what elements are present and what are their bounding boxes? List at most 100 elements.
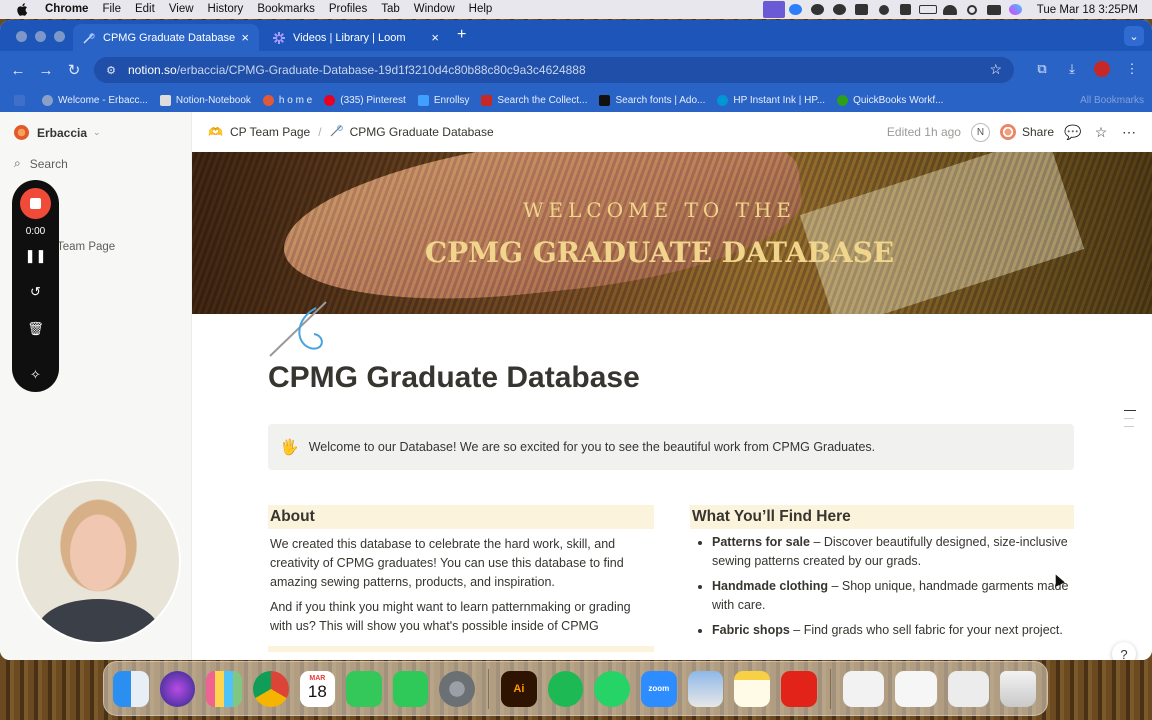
- finder-icon[interactable]: [113, 670, 149, 707]
- spotify-icon[interactable]: [547, 670, 584, 707]
- maximize-window-button[interactable]: [54, 31, 65, 42]
- menu-window[interactable]: Window: [407, 0, 462, 19]
- facetime-icon[interactable]: [392, 670, 429, 707]
- forward-arrow-icon[interactable]: →: [34, 58, 58, 82]
- recent-window-thumbnail[interactable]: [947, 670, 990, 707]
- bookmark-item[interactable]: Enrollsy: [417, 95, 469, 106]
- siri-icon[interactable]: [159, 670, 196, 707]
- tab-notion[interactable]: CPMG Graduate Database ×: [73, 24, 259, 51]
- menu-help[interactable]: Help: [462, 0, 500, 19]
- address-bar[interactable]: ⚙ notion.so/erbaccia/CPMG-Graduate-Datab…: [94, 57, 1014, 83]
- notes-icon[interactable]: [734, 670, 770, 707]
- about-heading[interactable]: About: [268, 505, 654, 529]
- close-window-button[interactable]: [16, 31, 27, 42]
- page-title[interactable]: CPMG Graduate Database: [268, 352, 1074, 404]
- menu-edit[interactable]: Edit: [128, 0, 162, 19]
- minimize-window-button[interactable]: [35, 31, 46, 42]
- all-bookmarks-button[interactable]: All Bookmarks: [1080, 95, 1144, 106]
- apple-icon[interactable]: [14, 0, 30, 19]
- sidebar-search[interactable]: ⌕ Search: [14, 156, 68, 171]
- control-center-icon[interactable]: [983, 0, 1005, 19]
- stop-recording-button[interactable]: [20, 188, 51, 219]
- menu-profiles[interactable]: Profiles: [322, 0, 374, 19]
- messages-icon[interactable]: [346, 670, 382, 707]
- needle-page-icon[interactable]: [266, 298, 332, 358]
- chrome-menu-icon[interactable]: ⋮: [1120, 57, 1144, 81]
- profile-avatar[interactable]: [1090, 57, 1114, 81]
- about-paragraph[interactable]: And if you think you might want to learn…: [268, 598, 654, 636]
- menubar-clock[interactable]: Tue Mar 18 3:25PM: [1027, 4, 1152, 16]
- avatar[interactable]: N: [970, 122, 990, 142]
- delete-trash-icon[interactable]: 🗑: [12, 321, 59, 337]
- chrome-icon[interactable]: [252, 670, 289, 707]
- illustrator-icon[interactable]: Ai: [501, 670, 537, 707]
- bookmark-item[interactable]: HP Instant Ink | HP...: [717, 95, 825, 106]
- bookmark-item[interactable]: (335) Pinterest: [324, 95, 406, 106]
- more-options-icon[interactable]: ⋯: [1120, 124, 1138, 141]
- calendar-icon[interactable]: MAR 18: [299, 670, 336, 707]
- recent-window-thumbnail[interactable]: [842, 670, 885, 707]
- favorite-star-icon[interactable]: ☆: [1092, 124, 1110, 141]
- trash-icon[interactable]: [1000, 670, 1036, 707]
- tab-loom[interactable]: Videos | Library | Loom ×: [263, 24, 449, 51]
- pause-icon[interactable]: ❚❚: [12, 248, 59, 264]
- bookmark-item[interactable]: Search the Collect...: [481, 95, 587, 106]
- menu-tab[interactable]: Tab: [374, 0, 407, 19]
- welcome-callout[interactable]: 🖐 Welcome to our Database! We are so exc…: [268, 424, 1074, 470]
- menu-file[interactable]: File: [95, 0, 128, 19]
- menu-history[interactable]: History: [201, 0, 251, 19]
- recent-window-thumbnail[interactable]: [895, 670, 937, 707]
- system-settings-icon[interactable]: [439, 670, 476, 707]
- menu-view[interactable]: View: [162, 0, 201, 19]
- siri-tray-icon[interactable]: [1005, 0, 1027, 19]
- site-info-icon[interactable]: ⚙: [104, 63, 118, 77]
- spotlight-search-icon[interactable]: [961, 0, 983, 19]
- whatsapp-icon[interactable]: [594, 670, 631, 707]
- preview-icon[interactable]: [687, 670, 724, 707]
- bookmark-item[interactable]: Welcome - Erbacc...: [42, 95, 148, 106]
- launchpad-icon[interactable]: [206, 670, 242, 707]
- download-icon[interactable]: ⤓: [1060, 57, 1084, 81]
- cloud-icon[interactable]: [851, 0, 873, 19]
- back-arrow-icon[interactable]: ←: [6, 58, 30, 82]
- extensions-icon[interactable]: ⧉: [1030, 57, 1054, 81]
- bookmark-item[interactable]: QuickBooks Workf...: [837, 95, 943, 106]
- webcam-bubble[interactable]: [18, 481, 179, 642]
- menu-bookmarks[interactable]: Bookmarks: [250, 0, 322, 19]
- about-paragraph[interactable]: We created this database to celebrate th…: [268, 535, 654, 592]
- find-heading[interactable]: What You’ll Find Here: [690, 505, 1074, 529]
- new-tab-button[interactable]: +: [457, 26, 466, 44]
- restart-icon[interactable]: ↺: [12, 284, 59, 300]
- share-button[interactable]: Share: [999, 124, 1054, 140]
- grammarly-icon[interactable]: [829, 0, 851, 19]
- tab-close-icon[interactable]: ×: [431, 30, 439, 45]
- time-machine-icon[interactable]: [873, 0, 895, 19]
- volume-icon[interactable]: [895, 0, 917, 19]
- bookmark-star-icon[interactable]: ☆: [989, 61, 1002, 78]
- bookmark-item[interactable]: h o m e: [262, 95, 312, 106]
- wifi-icon[interactable]: [939, 0, 961, 19]
- bookmark-item[interactable]: Notion-Notebook: [159, 95, 251, 106]
- sidebar-item-team-page[interactable]: Team Page: [57, 241, 115, 253]
- list-item[interactable]: Fabric shops – Find grads who sell fabri…: [712, 621, 1074, 640]
- zoom-icon[interactable]: zoom: [641, 670, 677, 707]
- breadcrumb-parent[interactable]: CP Team Page: [230, 125, 310, 139]
- effects-wand-icon[interactable]: ✧: [12, 367, 59, 383]
- help-button[interactable]: ?: [1112, 642, 1136, 660]
- list-item[interactable]: Patterns for sale – Discover beautifully…: [712, 533, 1074, 571]
- comment-icon[interactable]: 💬: [1064, 124, 1082, 141]
- bookmark-item[interactable]: Search fonts | Ado...: [599, 95, 705, 106]
- settings-gear-icon[interactable]: [807, 0, 829, 19]
- bookmark-apps-icon[interactable]: [14, 95, 30, 106]
- tab-close-icon[interactable]: ×: [241, 30, 249, 45]
- zoom-tray-icon[interactable]: [785, 0, 807, 19]
- screen-share-icon[interactable]: [762, 0, 785, 19]
- breadcrumb-current[interactable]: CPMG Graduate Database: [350, 125, 494, 139]
- list-item[interactable]: Handmade clothing – Shop unique, handmad…: [712, 577, 1074, 615]
- menu-app-chrome[interactable]: Chrome: [38, 0, 95, 19]
- battery-icon[interactable]: [917, 0, 939, 19]
- table-of-contents-indicator[interactable]: [1124, 410, 1136, 434]
- acrobat-icon[interactable]: [780, 670, 817, 707]
- reload-icon[interactable]: ↻: [62, 58, 86, 82]
- workspace-switcher[interactable]: Erbaccia ⌄: [14, 125, 101, 140]
